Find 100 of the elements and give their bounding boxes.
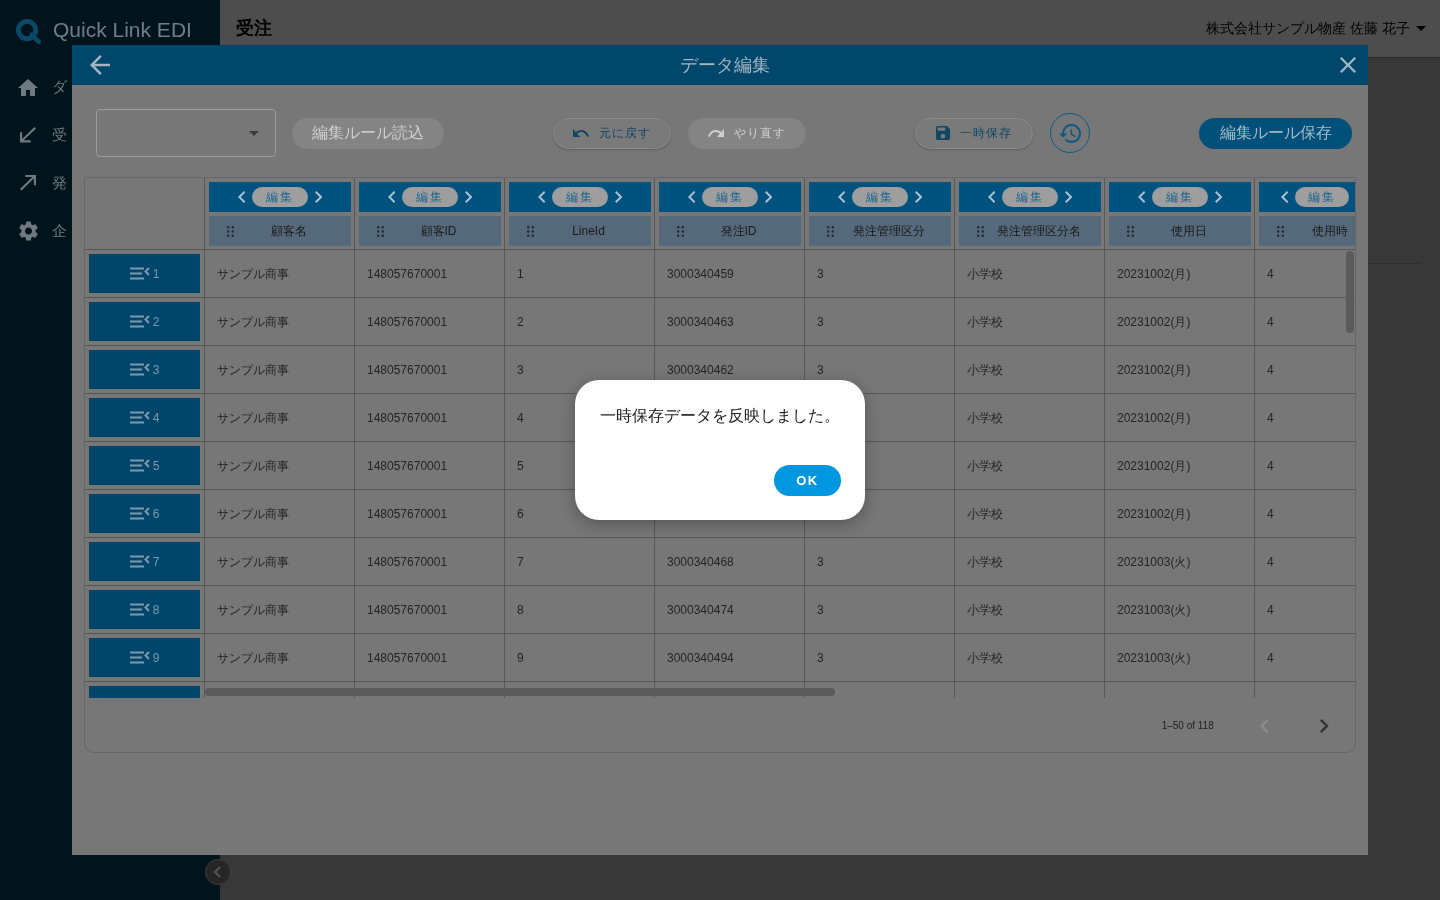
row-menu-button[interactable]: 6 [89,494,200,533]
edit-button[interactable]: 編集 [1295,187,1350,207]
chevron-left-icon[interactable] [1137,191,1145,203]
row-menu-button[interactable]: 4 [89,398,200,437]
cell-value: 7 [517,553,524,571]
chevron-left-icon[interactable] [1281,191,1289,203]
cell-value: 小学校 [967,601,1003,619]
cell-value: 小学校 [967,361,1003,379]
pagination-range: 1–50 of 118 [1161,719,1214,733]
nav-label[interactable]: 発 [52,171,67,195]
user-name[interactable]: 株式会社サンプル物産 佐藤 花子 [1206,18,1410,39]
cell-value: 3 [817,361,824,379]
edit-button[interactable]: 編集 [852,187,908,207]
chevron-left-icon[interactable] [987,191,995,203]
cell-value: サンプル商事 [217,361,289,379]
column-label: 顧客ID [419,223,458,240]
cell-value: 4 [1267,505,1274,523]
chevron-left-icon[interactable] [687,191,695,203]
column-label: 使用日 [1169,223,1208,240]
cell-value: 4 [1267,601,1274,619]
save-rule-button[interactable]: 編集ルール保存 [1199,117,1352,149]
drag-handle-icon[interactable] [227,225,234,237]
column-label: LineId [571,223,606,240]
cell-value: 小学校 [967,553,1003,571]
cell-value: 20231002(月) [1117,361,1191,379]
menu-lines-icon [129,411,150,424]
chevron-left-icon[interactable] [387,191,395,203]
ok-button[interactable]: OK [774,465,841,496]
vertical-scrollbar[interactable] [1346,251,1354,333]
nav-label[interactable]: 受 [52,123,67,147]
cell-value: 3 [517,361,524,379]
cell-value: 148057670001 [367,601,448,619]
edit-button[interactable]: 編集 [252,187,308,207]
cell-value: 3000340462 [667,361,734,379]
cell-value: 20231003(火) [1117,553,1191,571]
drag-handle-icon[interactable] [1277,225,1284,237]
history-icon [1059,123,1081,143]
menu-lines-icon [129,459,150,472]
row-menu-button[interactable]: 5 [89,446,200,485]
temp-save-button[interactable]: 一時保存 [915,117,1033,149]
cell-value: サンプル商事 [217,601,289,619]
menu-lines-icon [129,603,150,616]
cell-value: 4 [1267,409,1274,427]
edit-button[interactable]: 編集 [702,187,758,207]
chevron-right-icon[interactable] [915,191,923,203]
chevron-right-icon[interactable] [1065,191,1073,203]
cell-value: 小学校 [967,505,1003,523]
chevron-right-icon[interactable] [315,191,323,203]
drag-handle-icon[interactable] [977,225,984,237]
close-icon[interactable] [1340,57,1356,73]
edit-button[interactable]: 編集 [1002,187,1058,207]
caret-down-icon[interactable] [1416,26,1426,31]
edit-button[interactable]: 編集 [552,187,608,207]
cell-value: 8 [517,601,524,619]
cell-value: 20231003(火) [1117,601,1191,619]
row-menu-button[interactable]: 8 [89,590,200,629]
chevron-left-icon[interactable] [837,191,845,203]
nav-label[interactable]: ダ [52,75,67,99]
row-menu-button[interactable]: 7 [89,542,200,581]
cell-value: 148057670001 [367,505,448,523]
arrow-down-left-icon [20,127,36,143]
caret-down-icon[interactable] [249,130,259,136]
arrow-up-right-icon [20,175,36,191]
cell-value: 20231002(月) [1117,409,1191,427]
cell-value: 4 [1267,649,1274,667]
cell-value: 3000340468 [667,553,734,571]
chevron-right-icon[interactable] [465,191,473,203]
menu-lines-icon [129,363,150,376]
undo-button[interactable]: 元に戻す [553,117,671,149]
drag-handle-icon[interactable] [827,225,834,237]
cell-value: 20231003(火) [1117,649,1191,667]
logo-icon [16,19,41,44]
back-arrow-icon[interactable] [90,55,110,75]
chevron-right-icon[interactable] [615,191,623,203]
menu-lines-icon [129,267,150,280]
cell-value: 3000340494 [667,649,734,667]
chevron-right-icon[interactable] [765,191,773,203]
row-menu-button[interactable]: 2 [89,302,200,341]
cell-value: 9 [517,649,524,667]
cell-value: 148057670001 [367,361,448,379]
row-menu-button[interactable]: 1 [89,254,200,293]
drag-handle-icon[interactable] [527,225,534,237]
chevron-right-icon[interactable] [1215,191,1223,203]
chevron-circle-icon[interactable] [205,859,231,885]
rule-select[interactable] [96,109,276,157]
nav-label[interactable]: 企 [52,219,67,243]
chevron-right-icon[interactable] [1320,718,1329,733]
drag-handle-icon[interactable] [677,225,684,237]
drag-handle-icon[interactable] [1127,225,1134,237]
drag-handle-icon[interactable] [377,225,384,237]
cell-value: 4 [517,409,524,427]
row-menu-button[interactable]: 3 [89,350,200,389]
edit-button[interactable]: 編集 [1152,187,1208,207]
edit-button[interactable]: 編集 [402,187,458,207]
cell-value: 148057670001 [367,553,448,571]
horizontal-scrollbar[interactable] [205,688,835,696]
row-menu-button[interactable]: 9 [89,638,200,677]
cell-value: 小学校 [967,265,1003,283]
chevron-left-icon[interactable] [237,191,245,203]
chevron-left-icon[interactable] [537,191,545,203]
